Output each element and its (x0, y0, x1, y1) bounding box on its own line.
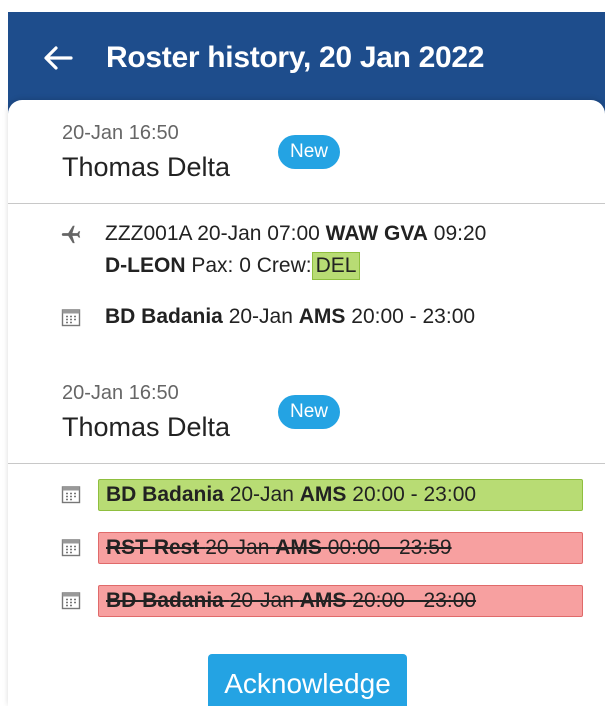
change-added-row: BD Badania 20-Jan AMS 20:00 - 23:00 (98, 479, 583, 511)
flight-registration: D-LEON (105, 254, 186, 277)
flight-line-1: ZZZ001A 20-Jan 07:00 WAW GVA 09:20 (105, 219, 486, 249)
flight-arrival: 09:20 (433, 222, 487, 245)
history-card: 20-Jan 16:50 Thomas Delta New ZZZ001A 20… (8, 100, 605, 706)
calendar-icon (60, 536, 82, 558)
entry-user-name: Thomas Delta (62, 152, 231, 182)
flight-crew-label: Crew: (256, 254, 312, 277)
page-title: Roster history, 20 Jan 2022 (106, 41, 485, 74)
calendar-icon (60, 483, 82, 505)
acknowledge-button[interactable]: Acknowledge (208, 654, 407, 706)
flight-code: ZZZ001A (105, 222, 192, 245)
change-place: AMS (299, 483, 347, 506)
duty-code: BD Badania (105, 305, 223, 328)
flight-line-2: D-LEON Pax: 0 Crew: DEL (105, 251, 361, 281)
back-button[interactable] (38, 38, 78, 78)
change-date: 20-Jan (229, 589, 294, 612)
duty-date: 20-Jan (228, 305, 293, 328)
duty-time: 20:00 - 23:00 (351, 305, 476, 328)
change-date: 20-Jan (229, 483, 294, 506)
change-time: 00:00 - 23:59 (327, 536, 452, 559)
duty-place: AMS (298, 305, 346, 328)
status-badge: New (278, 395, 341, 429)
flight-route: WAW GVA (325, 222, 428, 245)
entry-user-name: Thomas Delta (62, 412, 231, 442)
change-code: BD Badania (106, 483, 224, 506)
change-place: AMS (299, 589, 347, 612)
calendar-icon (60, 589, 82, 611)
flight-pax: Pax: 0 (191, 254, 251, 277)
change-removed-row: RST Rest 20-Jan AMS 00:00 - 23:59 (98, 532, 583, 564)
change-code: RST Rest (106, 536, 200, 559)
entry-timestamp: 20-Jan 16:50 (62, 382, 179, 404)
change-code: BD Badania (106, 589, 224, 612)
divider (8, 203, 605, 204)
change-removed-row: BD Badania 20-Jan AMS 20:00 - 23:00 (98, 585, 583, 617)
change-time: 20:00 - 23:00 (352, 589, 477, 612)
arrow-left-icon (44, 46, 73, 70)
flight-datetime: 20-Jan 07:00 (197, 222, 320, 245)
change-date: 20-Jan (205, 536, 270, 559)
duty-line: BD Badania 20-Jan AMS 20:00 - 23:00 (105, 302, 475, 332)
crew-tag: DEL (311, 252, 361, 280)
change-place: AMS (275, 536, 322, 559)
calendar-icon (60, 306, 82, 328)
divider (8, 463, 605, 464)
entry-timestamp: 20-Jan 16:50 (62, 122, 179, 144)
status-badge: New (278, 135, 341, 169)
change-time: 20:00 - 23:00 (352, 483, 477, 506)
airplane-icon (60, 223, 82, 245)
